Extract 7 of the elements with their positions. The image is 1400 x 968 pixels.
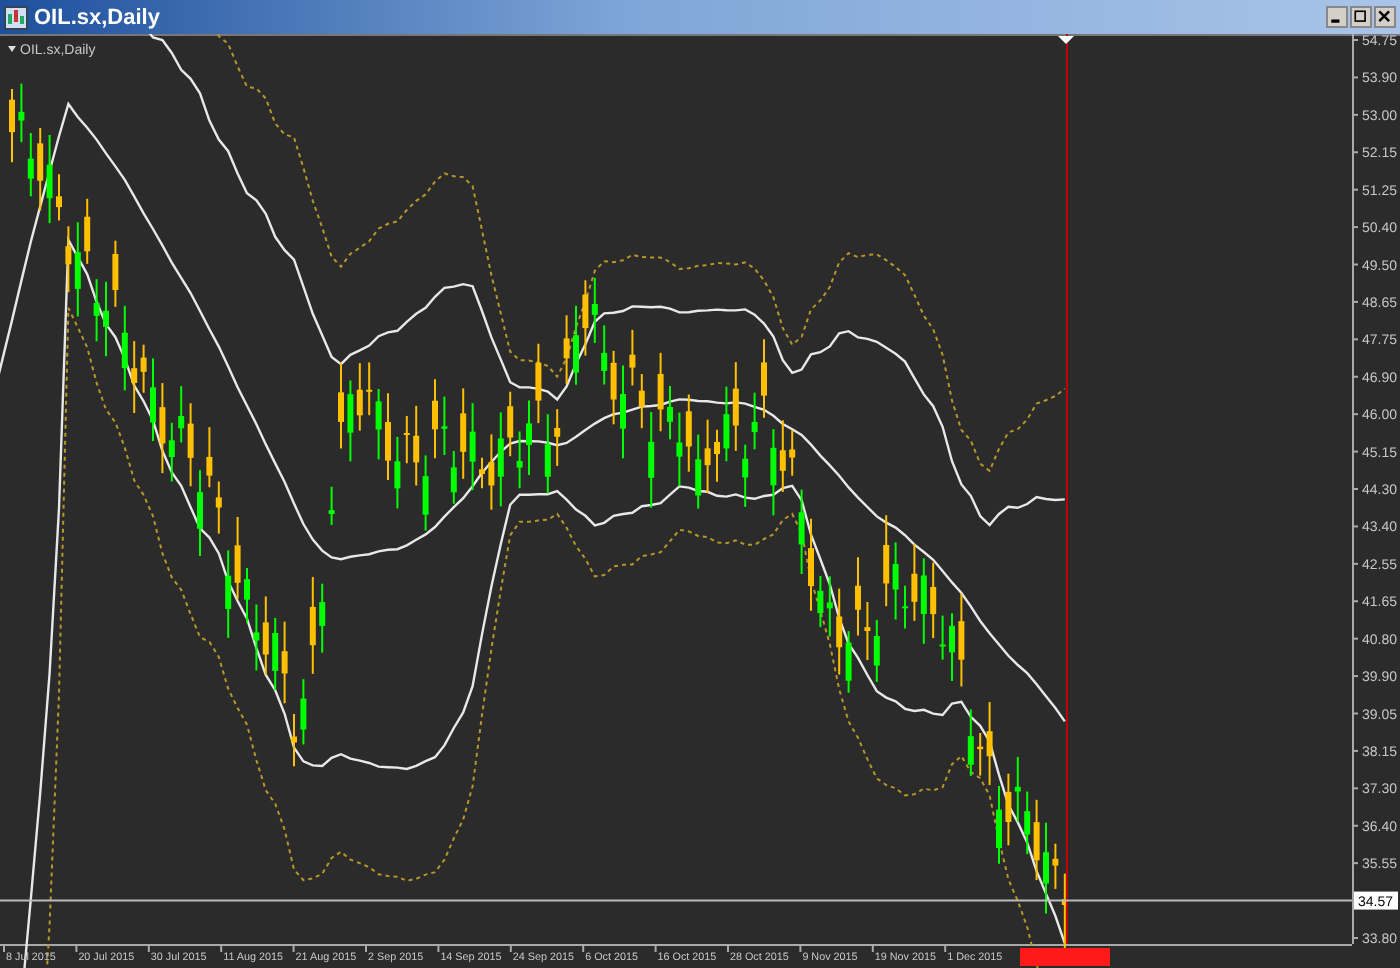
window-title: OIL.sx,Daily (34, 5, 162, 29)
chart-window-icon (4, 5, 28, 29)
minimize-icon[interactable] (1326, 6, 1348, 28)
dropdown-triangle-icon[interactable] (8, 46, 16, 52)
highlight-marker (1020, 948, 1110, 966)
close-icon[interactable] (1374, 6, 1396, 28)
maximize-icon[interactable] (1350, 6, 1372, 28)
